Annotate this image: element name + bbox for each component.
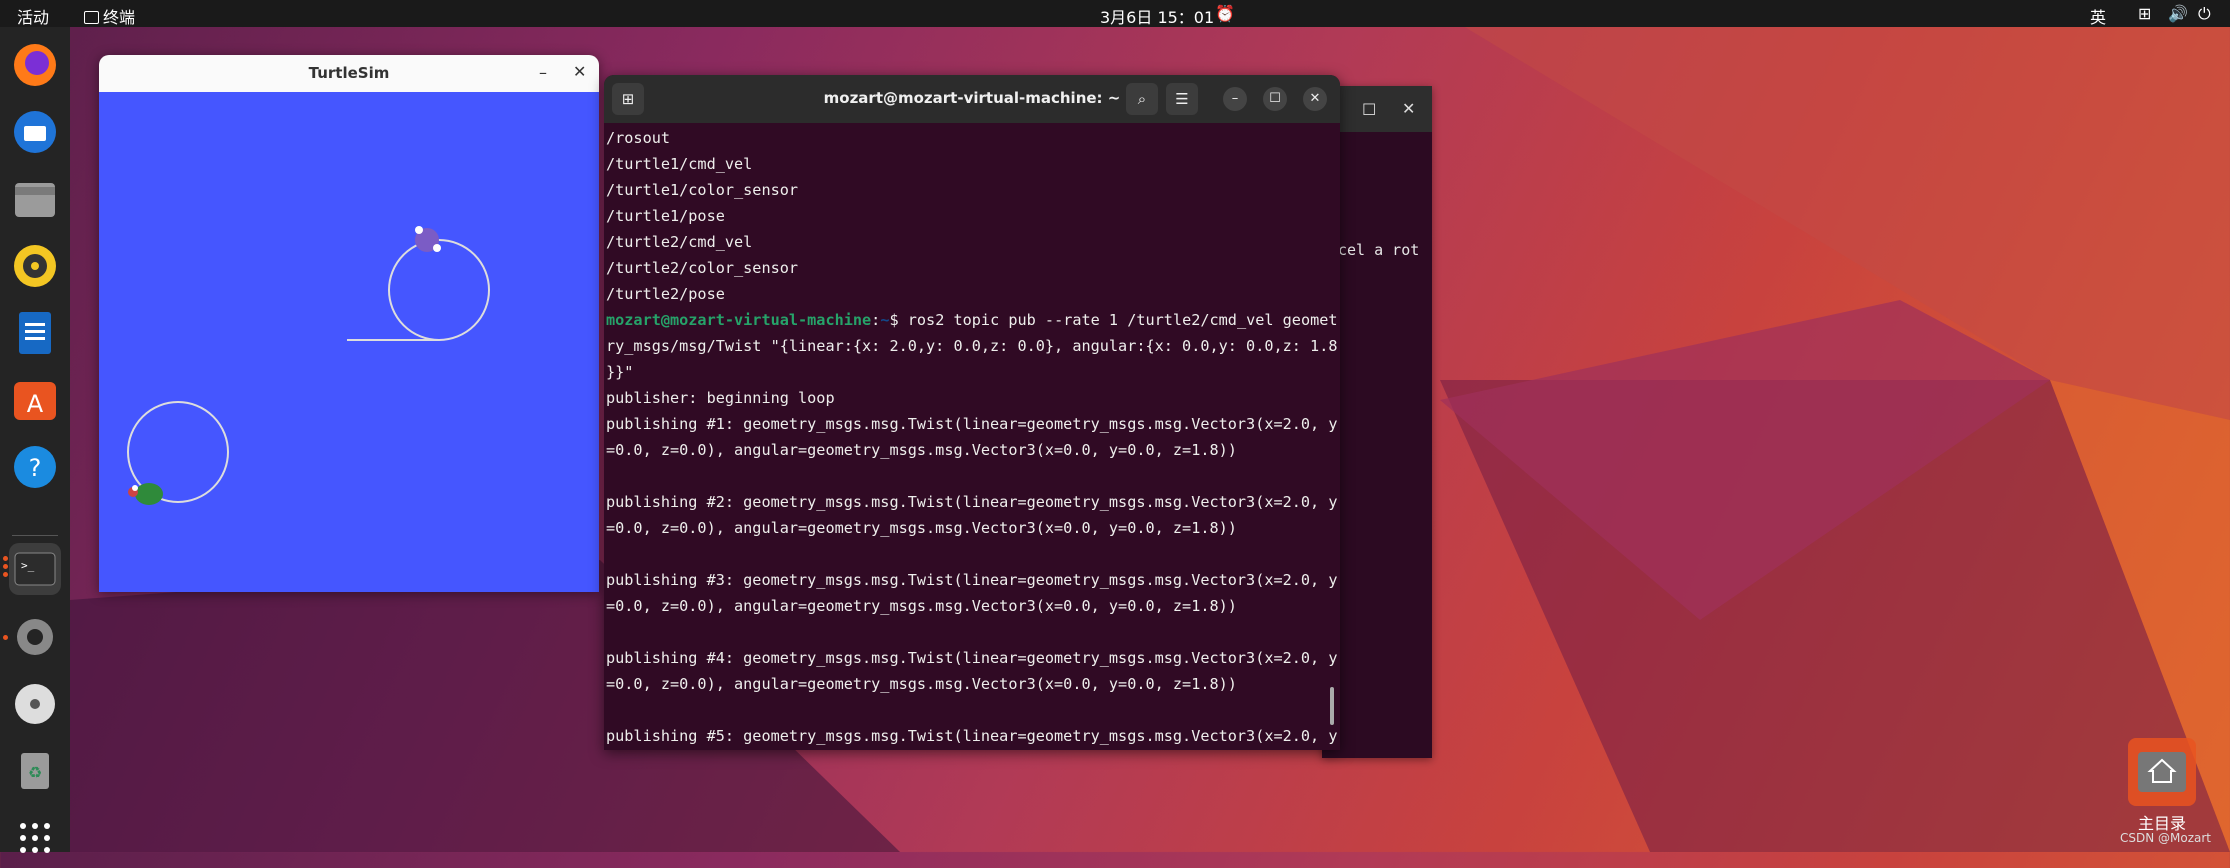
output-line: =0.0, z=0.0), angular=geometry_msgs.msg.…: [606, 519, 1237, 537]
trash-icon[interactable]: ♻: [9, 745, 61, 797]
terminal-line: /turtle1/pose: [606, 207, 725, 225]
firefox-icon[interactable]: [9, 39, 61, 91]
close-button[interactable]: ✕: [573, 62, 586, 81]
prompt-user: mozart@mozart-virtual-machine: [606, 311, 872, 329]
turtle2-icon: [128, 483, 163, 505]
output-line: publishing #1: geometry_msgs.msg.Twist(l…: [606, 415, 1338, 433]
search-button[interactable]: ⌕: [1126, 83, 1158, 115]
output-line: publishing #3: geometry_msgs.msg.Twist(l…: [606, 571, 1338, 589]
volume-icon[interactable]: 🔊: [2168, 4, 2188, 23]
terminal-icon[interactable]: >_: [9, 543, 61, 595]
running-indicator: [3, 572, 8, 577]
help-icon[interactable]: ?: [9, 441, 61, 493]
close-button[interactable]: ✕: [1402, 99, 1415, 118]
terminal-scrollbar[interactable]: [1330, 687, 1334, 725]
output-line: publisher: beginning loop: [606, 389, 835, 407]
alarm-icon: ⏰: [1215, 4, 1235, 23]
turtlesim-title: TurtleSim: [308, 64, 390, 82]
terminal-titlebar[interactable]: ⊞ mozart@mozart-virtual-machine: ~ ⌕ ☰ –…: [604, 75, 1340, 123]
command-line: ry_msgs/msg/Twist "{linear:{x: 2.0,y: 0.…: [606, 337, 1338, 355]
terminal-app-menu[interactable]: 终端: [84, 4, 135, 28]
network-icon[interactable]: ⊞: [2138, 4, 2151, 23]
show-apps-icon[interactable]: [9, 812, 61, 864]
output-line: publishing #4: geometry_msgs.msg.Twist(l…: [606, 649, 1338, 667]
turtlesim-titlebar[interactable]: TurtleSim – ✕: [99, 55, 599, 92]
terminal-line: /turtle2/color_sensor: [606, 259, 799, 277]
svg-text:?: ?: [29, 454, 42, 482]
turtle-trails: [127, 239, 490, 503]
prompt-command: $ ros2 topic pub --rate 1 /turtle2/cmd_v…: [889, 311, 1338, 329]
terminal-small-icon: [84, 11, 99, 24]
running-indicator: [3, 635, 8, 640]
input-method-indicator[interactable]: 英: [2090, 4, 2106, 28]
running-indicator: [3, 556, 8, 561]
app-center-icon[interactable]: A: [9, 374, 61, 426]
output-line: =0.0, z=0.0), angular=geometry_msgs.msg.…: [606, 441, 1237, 459]
svg-text:>_: >_: [21, 559, 35, 572]
maximize-button[interactable]: ☐: [1263, 87, 1287, 111]
close-button[interactable]: ✕: [1303, 87, 1327, 111]
dock: A ? >_ ♻: [0, 27, 70, 853]
minimize-button[interactable]: –: [1223, 87, 1247, 111]
libreoffice-writer-icon[interactable]: [9, 307, 61, 359]
power-icon[interactable]: ⏻: [2198, 4, 2211, 24]
turtle1-icon: [415, 226, 441, 252]
prompt-sep: :: [871, 311, 881, 329]
svg-text:♻: ♻: [28, 763, 42, 782]
rhythmbox-icon[interactable]: [9, 240, 61, 292]
terminal-window[interactable]: ⊞ mozart@mozart-virtual-machine: ~ ⌕ ☰ –…: [604, 75, 1340, 750]
command-prompt-line: mozart@mozart-virtual-machine:~$ ros2 to…: [606, 307, 1338, 333]
activities-button[interactable]: 活动: [17, 4, 49, 28]
watermark: CSDN @Mozart: [2120, 831, 2212, 845]
app-menu-label: 终端: [103, 8, 136, 27]
dvd-icon[interactable]: [9, 678, 61, 730]
home-folder-icon[interactable]: [2128, 738, 2196, 806]
running-indicator: [3, 564, 8, 569]
settings-icon[interactable]: [9, 611, 61, 663]
output-line: publishing #5: geometry_msgs.msg.Twist(l…: [606, 727, 1338, 745]
output-line: =0.0, z=0.0), angular=geometry_msgs.msg.…: [606, 597, 1237, 615]
menu-button[interactable]: ☰: [1166, 83, 1198, 115]
turtlesim-window[interactable]: TurtleSim – ✕: [99, 55, 599, 592]
svg-text:A: A: [27, 390, 44, 418]
output-line: =0.0, z=0.0), angular=geometry_msgs.msg.…: [606, 675, 1237, 693]
top-bar: 活动 终端 3月6日 15：01 ⏰ 英 ⊞ 🔊 ⏻: [0, 0, 2230, 27]
dock-separator: [12, 535, 58, 536]
command-line: }}": [606, 363, 634, 381]
thunderbird-icon[interactable]: [9, 106, 61, 158]
terminal-line: /turtle2/cmd_vel: [606, 233, 753, 251]
maximize-button[interactable]: ☐: [1362, 100, 1376, 119]
terminal-line: /turtle1/cmd_vel: [606, 155, 753, 173]
terminal-line: /turtle1/color_sensor: [606, 181, 799, 199]
clock[interactable]: 3月6日 15：01: [1100, 4, 1214, 28]
files-icon[interactable]: [9, 173, 61, 225]
turtlesim-canvas: [99, 92, 599, 592]
terminal-line: /turtle2/pose: [606, 285, 725, 303]
terminal-line: /rosout: [606, 129, 671, 147]
output-line: publishing #2: geometry_msgs.msg.Twist(l…: [606, 493, 1338, 511]
minimize-button[interactable]: –: [539, 63, 547, 82]
terminal-output[interactable]: /rosout /turtle1/cmd_vel /turtle1/color_…: [606, 125, 1338, 749]
background-terminal-text: cel a rot: [1338, 241, 1420, 259]
